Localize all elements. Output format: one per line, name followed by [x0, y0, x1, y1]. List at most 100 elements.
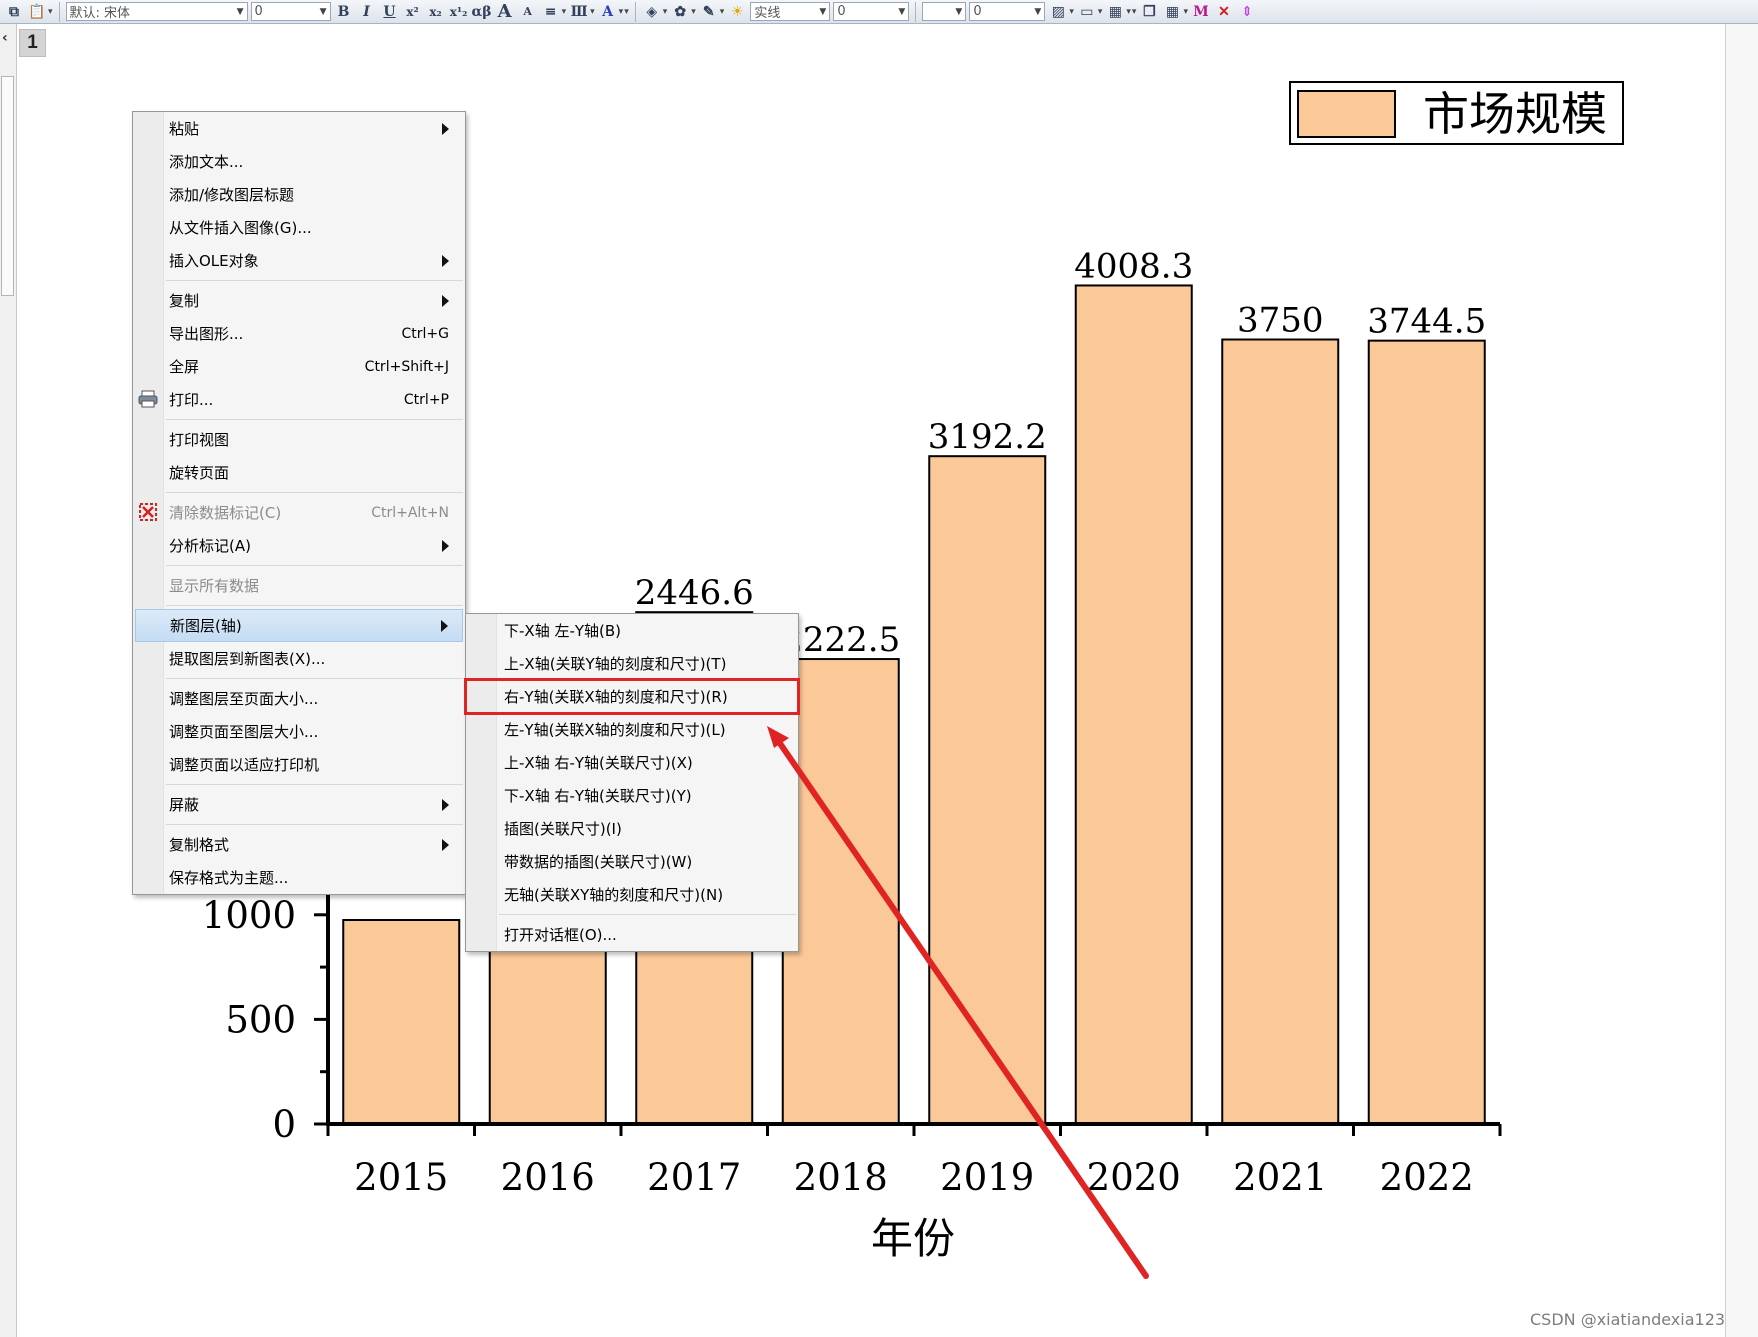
- context-menu-item-12[interactable]: 分析标记(A): [133, 529, 465, 562]
- value-label-2022: 3744.5: [1367, 302, 1486, 342]
- menu-item-label: 调整页面以适应打印机: [169, 756, 320, 774]
- context-menu-item-10[interactable]: 旋转页面: [133, 456, 465, 489]
- legend[interactable]: 市场规模: [1289, 81, 1624, 145]
- context-menu-item-21[interactable]: 保存格式为主题...: [133, 861, 465, 894]
- menu-item-label: 插图(关联尺寸)(I): [504, 820, 622, 838]
- menu-item-label: 调整图层至页面大小...: [169, 690, 319, 708]
- menu-item-label: 新图层(轴): [170, 617, 242, 635]
- menu-item-label: 导出图形...: [169, 325, 244, 343]
- printer-icon: [137, 389, 159, 409]
- bar-2018: [781, 658, 900, 1125]
- menu-item-shortcut: Ctrl+P: [403, 391, 449, 408]
- menu-item-label: 显示所有数据: [169, 577, 260, 595]
- bar-2015: [342, 919, 461, 1125]
- context-menu-item-14[interactable]: 新图层(轴): [135, 609, 463, 642]
- submenu-arrow-icon: [442, 254, 449, 267]
- new-layer-submenu-item-1[interactable]: 上-X轴(关联Y轴的刻度和尺寸)(T): [466, 647, 798, 680]
- menu-item-label: 右-Y轴(关联X轴的刻度和尺寸)(R): [504, 688, 728, 706]
- context-menu-item-15[interactable]: 提取图层到新图表(X)...: [133, 642, 465, 675]
- menu-item-shortcut: Ctrl+Shift+J: [364, 358, 449, 375]
- submenu-arrow-icon: [441, 619, 448, 632]
- bar-2019: [928, 455, 1047, 1125]
- menu-item-label: 提取图层到新图表(X)...: [169, 650, 326, 668]
- bar-2021: [1221, 338, 1340, 1125]
- clear-marks-icon: [137, 502, 159, 522]
- x-tick-label-2020: 2020: [1087, 1156, 1181, 1199]
- new-layer-submenu-item-5[interactable]: 下-X轴 右-Y轴(关联尺寸)(Y): [466, 779, 798, 812]
- menu-item-label: 插入OLE对象: [169, 252, 259, 270]
- menu-separator: [166, 784, 463, 785]
- x-tick-label-2017: 2017: [647, 1156, 741, 1199]
- menu-item-label: 上-X轴(关联Y轴的刻度和尺寸)(T): [504, 655, 727, 673]
- menu-item-label: 添加文本...: [169, 153, 244, 171]
- new-layer-submenu-item-8[interactable]: 无轴(关联XY轴的刻度和尺寸)(N): [466, 878, 798, 911]
- menu-item-label: 打开对话框(O)...: [504, 926, 617, 944]
- context-menu-item-3[interactable]: 从文件插入图像(G)...: [133, 211, 465, 244]
- bar-2020: [1074, 284, 1193, 1126]
- y-tick-label-1000: 1000: [202, 894, 296, 937]
- context-menu-item-19[interactable]: 屏蔽: [133, 788, 465, 821]
- value-label-2017: 2446.6: [635, 573, 754, 613]
- context-menu-item-7[interactable]: 全屏 Ctrl+Shift+J: [133, 350, 465, 383]
- menu-item-label: 分析标记(A): [169, 537, 251, 555]
- menu-item-label: 无轴(关联XY轴的刻度和尺寸)(N): [504, 886, 724, 904]
- menu-item-shortcut: Ctrl+G: [401, 325, 450, 342]
- menu-item-label: 下-X轴 左-Y轴(B): [504, 622, 622, 640]
- submenu-arrow-icon: [442, 539, 449, 552]
- menu-separator: [499, 914, 796, 915]
- x-tick-label-2019: 2019: [940, 1156, 1034, 1199]
- context-menu-item-1[interactable]: 添加文本...: [133, 145, 465, 178]
- submenu-arrow-icon: [442, 294, 449, 307]
- legend-swatch: [1297, 90, 1396, 138]
- new-layer-submenu-item-7[interactable]: 带数据的插图(关联尺寸)(W): [466, 845, 798, 878]
- menu-item-label: 保存格式为主题...: [169, 869, 289, 887]
- menu-item-label: 添加/修改图层标题: [169, 186, 295, 204]
- context-menu-item-18[interactable]: 调整页面以适应打印机: [133, 748, 465, 781]
- menu-item-label: 从文件插入图像(G)...: [169, 219, 312, 237]
- value-label-2020: 4008.3: [1074, 246, 1193, 286]
- context-menu-item-5[interactable]: 复制: [133, 284, 465, 317]
- context-menu-item-9[interactable]: 打印视图: [133, 423, 465, 456]
- menu-item-label: 打印视图: [169, 431, 230, 449]
- context-menu-item-16[interactable]: 调整图层至页面大小...: [133, 682, 465, 715]
- new-layer-submenu-item-0[interactable]: 下-X轴 左-Y轴(B): [466, 614, 798, 647]
- menu-item-shortcut: Ctrl+Alt+N: [371, 504, 449, 521]
- new-layer-submenu-item-6[interactable]: 插图(关联尺寸)(I): [466, 812, 798, 845]
- value-label-2018: 2222.5: [781, 620, 900, 660]
- menu-separator: [166, 565, 463, 566]
- context-menu-item-6[interactable]: 导出图形... Ctrl+G: [133, 317, 465, 350]
- context-menu-item-2[interactable]: 添加/修改图层标题: [133, 178, 465, 211]
- x-tick-label-2015: 2015: [354, 1156, 448, 1199]
- menu-item-label: 带数据的插图(关联尺寸)(W): [504, 853, 693, 871]
- menu-item-label: 左-Y轴(关联X轴的刻度和尺寸)(L): [504, 721, 726, 739]
- menu-item-label: 复制格式: [169, 836, 230, 854]
- y-tick-label-500: 500: [225, 998, 296, 1041]
- submenu-arrow-icon: [442, 838, 449, 851]
- context-menu-item-13[interactable]: 显示所有数据: [133, 569, 465, 602]
- context-menu-item-0[interactable]: 粘贴: [133, 112, 465, 145]
- menu-item-label: 旋转页面: [169, 464, 230, 482]
- menu-separator: [166, 605, 463, 606]
- legend-label: 市场规模: [1423, 87, 1607, 141]
- menu-item-label: 粘贴: [169, 120, 200, 138]
- new-layer-submenu-item-2[interactable]: 右-Y轴(关联X轴的刻度和尺寸)(R): [464, 678, 800, 715]
- watermark: CSDN @xiatiandexia123: [1530, 1310, 1726, 1329]
- context-menu-item-17[interactable]: 调整页面至图层大小...: [133, 715, 465, 748]
- context-menu-item-11[interactable]: 清除数据标记(C) Ctrl+Alt+N: [133, 496, 465, 529]
- new-layer-submenu-item-3[interactable]: 左-Y轴(关联X轴的刻度和尺寸)(L): [466, 713, 798, 746]
- context-menu-item-8[interactable]: 打印... Ctrl+P: [133, 383, 465, 416]
- context-menu-item-20[interactable]: 复制格式: [133, 828, 465, 861]
- menu-item-label: 屏蔽: [169, 796, 200, 814]
- menu-item-label: 清除数据标记(C): [169, 504, 282, 522]
- new-layer-submenu-item-9[interactable]: 打开对话框(O)...: [466, 918, 798, 951]
- menu-item-label: 调整页面至图层大小...: [169, 723, 319, 741]
- menu-item-label: 全屏: [169, 358, 200, 376]
- x-tick-label-2018: 2018: [794, 1156, 888, 1199]
- new-layer-submenu: 下-X轴 左-Y轴(B) 上-X轴(关联Y轴的刻度和尺寸)(T) 右-Y轴(关联X轴…: [464, 613, 800, 952]
- menu-item-label: 下-X轴 右-Y轴(关联尺寸)(Y): [504, 787, 692, 805]
- new-layer-submenu-item-4[interactable]: 上-X轴 右-Y轴(关联尺寸)(X): [466, 746, 798, 779]
- x-tick-label-2022: 2022: [1380, 1156, 1474, 1199]
- context-menu-item-4[interactable]: 插入OLE对象: [133, 244, 465, 277]
- menu-item-label: 复制: [169, 292, 200, 310]
- bar-2022: [1367, 339, 1486, 1126]
